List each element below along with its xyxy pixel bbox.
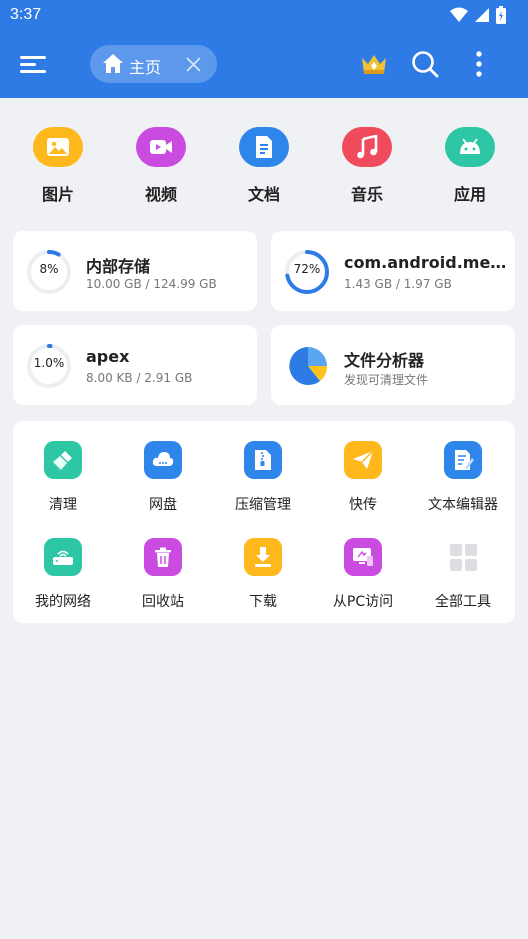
tool-clean[interactable]: 清理	[13, 441, 113, 514]
wifi-icon	[450, 7, 468, 22]
tool-text-editor[interactable]: 文本编辑器	[413, 441, 513, 514]
signal-icon	[475, 8, 489, 22]
tool-label: 回收站	[142, 594, 184, 610]
download-icon	[255, 547, 271, 567]
storage-title: apex	[86, 347, 130, 366]
cloud-drive-icon	[152, 452, 174, 466]
storage-card-apex[interactable]: 1.0% apex 8.00 KB / 2.91 GB	[13, 325, 257, 405]
category-label: 音乐	[350, 185, 383, 204]
tool-icon-tile	[444, 538, 482, 576]
trash-icon	[155, 547, 171, 567]
category-bubble	[342, 127, 392, 167]
category-label: 文档	[247, 185, 280, 204]
pie-chart-icon	[289, 347, 328, 385]
category-bubble	[33, 127, 83, 167]
tool-zip-manager[interactable]: 压缩管理	[213, 441, 313, 514]
tool-label: 网盘	[149, 497, 177, 513]
tab-home-label: 主页	[129, 58, 162, 77]
tool-icon-tile	[344, 538, 382, 576]
tool-icon-tile	[144, 441, 182, 479]
usage-percent: 72%	[293, 262, 321, 276]
analyzer-subtitle: 发现可清理文件	[344, 373, 429, 387]
zip-icon	[255, 450, 271, 470]
router-icon	[53, 550, 73, 565]
broom-icon	[53, 451, 72, 470]
menu-icon	[20, 56, 46, 59]
tool-cloud-drive[interactable]: 网盘	[113, 441, 213, 514]
pc-access-icon	[353, 548, 373, 566]
storage-card-media[interactable]: 72% com.android.media.s... 1.43 GB / 1.9…	[271, 231, 515, 311]
tool-label: 全部工具	[435, 594, 491, 610]
category-label: 视频	[144, 185, 177, 204]
storage-title: 内部存储	[86, 257, 151, 276]
tool-all-tools[interactable]: 全部工具	[413, 538, 513, 611]
menu-icon	[20, 63, 36, 66]
grid-icon	[450, 544, 477, 571]
tool-icon-tile	[244, 441, 282, 479]
video-icon	[150, 140, 172, 154]
tool-my-network[interactable]: 我的网络	[13, 538, 113, 611]
tool-label: 从PC访问	[332, 594, 394, 610]
search-icon[interactable]	[409, 48, 441, 80]
tool-icon-tile	[344, 441, 382, 479]
home-icon	[103, 54, 123, 73]
file-analyzer-card[interactable]: 文件分析器 发现可清理文件	[271, 325, 515, 405]
music-icon	[357, 135, 378, 159]
menu-icon	[20, 70, 46, 73]
storage-size: 1.43 GB / 1.97 GB	[344, 277, 452, 291]
paper-plane-icon	[353, 450, 374, 469]
tool-icon-tile	[144, 538, 182, 576]
storage-size: 8.00 KB / 2.91 GB	[86, 371, 193, 385]
android-icon	[460, 138, 480, 154]
usage-percent: 1.0%	[33, 356, 65, 370]
status-icons	[450, 6, 506, 24]
status-time: 3:37	[10, 6, 42, 23]
tool-label: 下载	[249, 594, 277, 610]
more-icon[interactable]	[463, 48, 495, 80]
status-bar: 3:37	[0, 0, 528, 32]
storage-card-internal[interactable]: 8% 内部存储 10.00 GB / 124.99 GB	[13, 231, 257, 311]
app-bar: 主页	[0, 32, 528, 98]
tab-home[interactable]: 主页	[90, 45, 217, 83]
category-documents[interactable]: 文档	[224, 120, 304, 205]
tools-panel: 清理 网盘 压缩管理 快传 文本编辑器 我的网络 回收站 下载 从PC访问 全部…	[13, 421, 515, 623]
tool-label: 清理	[49, 497, 77, 513]
usage-percent: 8%	[39, 262, 59, 276]
category-videos[interactable]: 视频	[121, 120, 201, 205]
tool-label: 快传	[349, 497, 377, 513]
category-label: 图片	[41, 185, 74, 204]
menu-button[interactable]	[20, 52, 50, 78]
storage-size: 10.00 GB / 124.99 GB	[86, 277, 217, 291]
tool-label: 我的网络	[35, 594, 91, 610]
tool-icon-tile	[244, 538, 282, 576]
battery-icon	[496, 6, 506, 24]
tool-pc-access[interactable]: 从PC访问	[313, 538, 413, 611]
tool-icon-tile	[44, 538, 82, 576]
category-bubble	[136, 127, 186, 167]
category-bubble	[239, 127, 289, 167]
document-icon	[256, 136, 272, 158]
tool-quick-transfer[interactable]: 快传	[313, 441, 413, 514]
tool-download[interactable]: 下载	[213, 538, 313, 611]
image-icon	[47, 138, 69, 156]
category-images[interactable]: 图片	[18, 120, 98, 205]
tool-label: 文本编辑器	[428, 497, 498, 513]
tool-icon-tile	[44, 441, 82, 479]
close-icon[interactable]	[186, 57, 201, 72]
crown-icon[interactable]	[358, 48, 390, 80]
tool-icon-tile	[444, 441, 482, 479]
category-label: 应用	[453, 185, 486, 204]
tool-recycle-bin[interactable]: 回收站	[113, 538, 213, 611]
analyzer-title: 文件分析器	[344, 351, 425, 370]
category-bubble	[445, 127, 495, 167]
tool-label: 压缩管理	[235, 497, 291, 513]
storage-title: com.android.media.s...	[344, 253, 514, 272]
category-music[interactable]: 音乐	[327, 120, 407, 205]
text-editor-icon	[455, 450, 474, 470]
category-row: 图片 视频 文档 音乐 应用	[0, 120, 528, 210]
category-apps[interactable]: 应用	[430, 120, 510, 205]
